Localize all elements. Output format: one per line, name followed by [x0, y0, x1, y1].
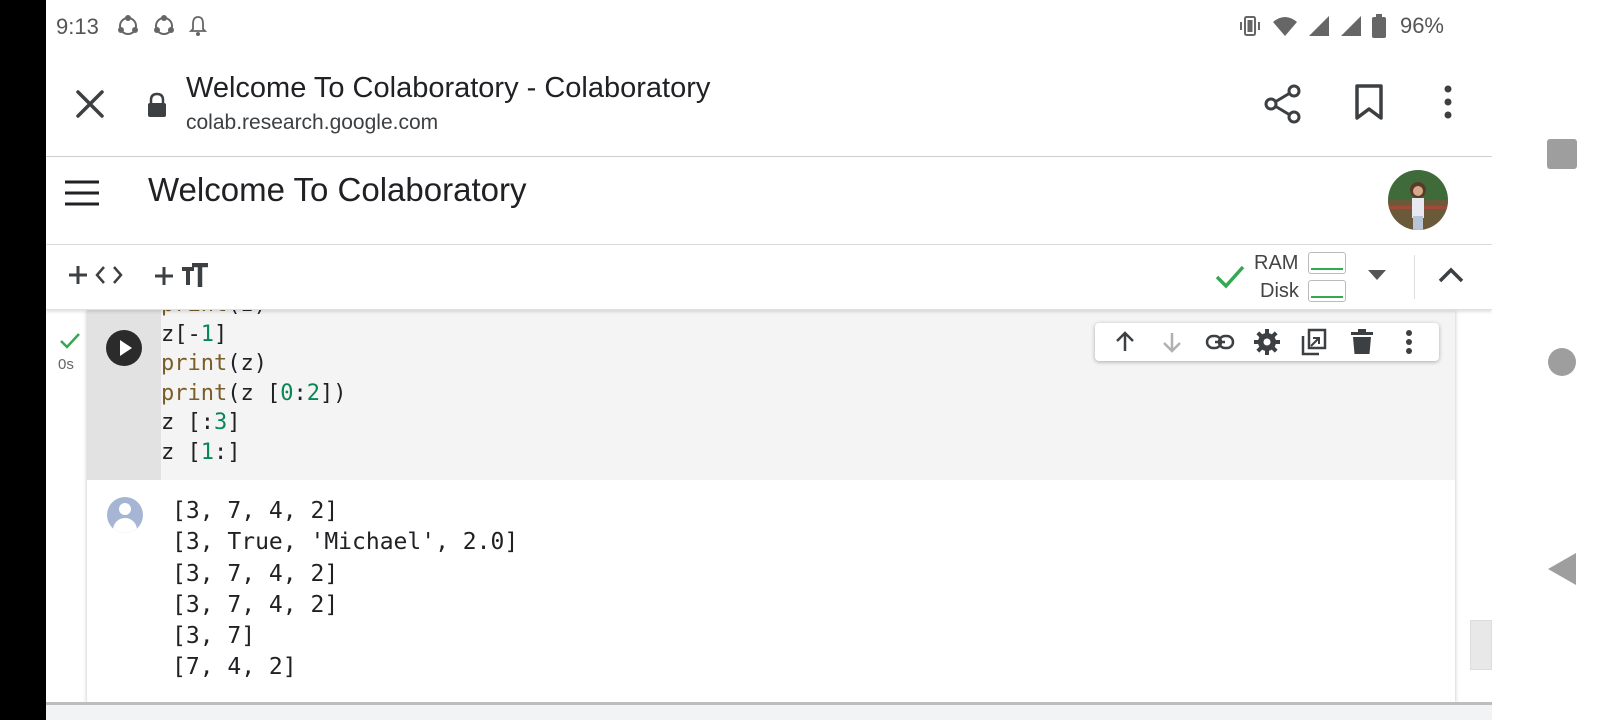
page-domain[interactable]: colab.research.google.com [186, 111, 438, 135]
page-title[interactable]: Welcome To Colaboratory - Colaboratory [186, 72, 710, 105]
code-token: 0 [280, 380, 294, 406]
bookmark-icon[interactable] [1354, 84, 1384, 120]
battery-percent: 96% [1399, 13, 1444, 38]
code-token: z [ [161, 439, 201, 465]
wifi-icon [1272, 17, 1297, 36]
add-text-cell-button[interactable] [152, 263, 210, 289]
signal-icon [1340, 16, 1361, 36]
home-button[interactable] [1548, 348, 1576, 376]
recents-button[interactable] [1547, 139, 1577, 169]
add-code-cell-button[interactable] [66, 263, 124, 287]
connected-check-icon[interactable] [1214, 264, 1246, 290]
code-token: 1 [200, 439, 214, 465]
output-line: [3, 7] [172, 623, 256, 650]
bell-icon [188, 16, 208, 36]
status-time: 9:13 [56, 14, 99, 39]
plus-icon [69, 266, 87, 284]
output-line: [7, 4, 2] [172, 654, 297, 681]
status-system-icons: 96% [1238, 13, 1444, 39]
code-token: z [: [161, 410, 214, 435]
close-icon[interactable] [72, 86, 108, 122]
scrollbar-thumb[interactable] [1470, 620, 1492, 670]
sync-icon [154, 15, 174, 35]
code-token: : [293, 380, 307, 406]
signal-icon [1308, 16, 1329, 36]
output-line: [3, 7, 4, 2] [172, 591, 339, 618]
code-token: ] [227, 410, 241, 435]
code-token: z[- [161, 321, 201, 347]
avatar[interactable] [1388, 170, 1448, 230]
code-line[interactable]: z [:3] [161, 408, 346, 438]
output-line: [3, 7, 4, 2] [172, 560, 339, 587]
output-line: [3, True, 'Michael', 2.0] [172, 529, 519, 556]
code-token: 2 [306, 380, 320, 406]
back-button[interactable] [1548, 553, 1576, 585]
code-line[interactable]: z[-1] [161, 320, 346, 350]
settings-icon[interactable] [1249, 324, 1285, 360]
code-line[interactable]: print(z [0:2]) [161, 379, 346, 409]
code-token: ] [214, 321, 228, 347]
code-token: :] [214, 439, 241, 465]
avatar-image [1388, 170, 1448, 230]
ram-usage-bar[interactable] [1308, 252, 1346, 274]
vibrate-icon [1239, 16, 1260, 36]
code-token: print [161, 380, 228, 406]
cell-output: [3, 7, 4, 2] [3, True, 'Michael', 2.0] [3,… [172, 496, 518, 684]
code-token: ]) [319, 380, 347, 406]
code-token: 1 [200, 321, 214, 347]
more-vert-icon[interactable] [1438, 84, 1458, 120]
code-token: 3 [213, 410, 228, 435]
bottom-edge [46, 702, 1492, 720]
phone-screen: 9:13 96% Welcome To Colaboratory - Colab… [46, 0, 1492, 720]
toolbar-divider [1414, 255, 1415, 299]
android-nav-bar [1492, 0, 1600, 720]
disk-label[interactable]: Disk [1260, 280, 1299, 303]
sync-icon [118, 15, 138, 35]
ram-label[interactable]: RAM [1254, 252, 1298, 275]
cell-toolbar [1095, 323, 1439, 361]
run-cell-button[interactable] [106, 330, 142, 366]
code-token: (z [ [227, 380, 281, 406]
code-token: print [161, 351, 228, 376]
output-avatar-icon[interactable] [107, 497, 143, 533]
link-icon[interactable] [1202, 324, 1238, 360]
move-up-icon[interactable] [1107, 324, 1143, 360]
code-lines[interactable]: print(z)z[-1]print(z)print(z [0:2])z [:3… [161, 290, 346, 467]
move-down-icon[interactable] [1154, 324, 1190, 360]
mirror-cell-icon[interactable] [1296, 324, 1332, 360]
code-token: (z) [227, 351, 267, 376]
status-bar: 9:13 96% [46, 0, 1492, 52]
battery-icon [1371, 14, 1386, 38]
code-icon [95, 266, 123, 284]
lock-icon [148, 92, 166, 117]
runtime-dropdown-icon[interactable] [1368, 270, 1386, 280]
more-vert-icon[interactable] [1391, 324, 1427, 360]
execution-time: 0s [58, 356, 74, 373]
status-notification-icons [116, 14, 208, 38]
disk-usage-bar[interactable] [1308, 280, 1346, 302]
execution-check-icon [60, 333, 80, 349]
chevron-up-icon[interactable] [1438, 266, 1464, 284]
share-icon[interactable] [1264, 84, 1302, 124]
hamburger-menu-icon[interactable] [65, 180, 99, 206]
code-line[interactable]: z [1:] [161, 438, 346, 468]
code-line[interactable]: print(z) [161, 349, 346, 379]
plus-icon [155, 267, 173, 285]
output-line: [3, 7, 4, 2] [172, 498, 339, 524]
text-format-icon [182, 263, 208, 287]
delete-icon[interactable] [1344, 324, 1380, 360]
notebook-title[interactable]: Welcome To Colaboratory [148, 171, 526, 209]
